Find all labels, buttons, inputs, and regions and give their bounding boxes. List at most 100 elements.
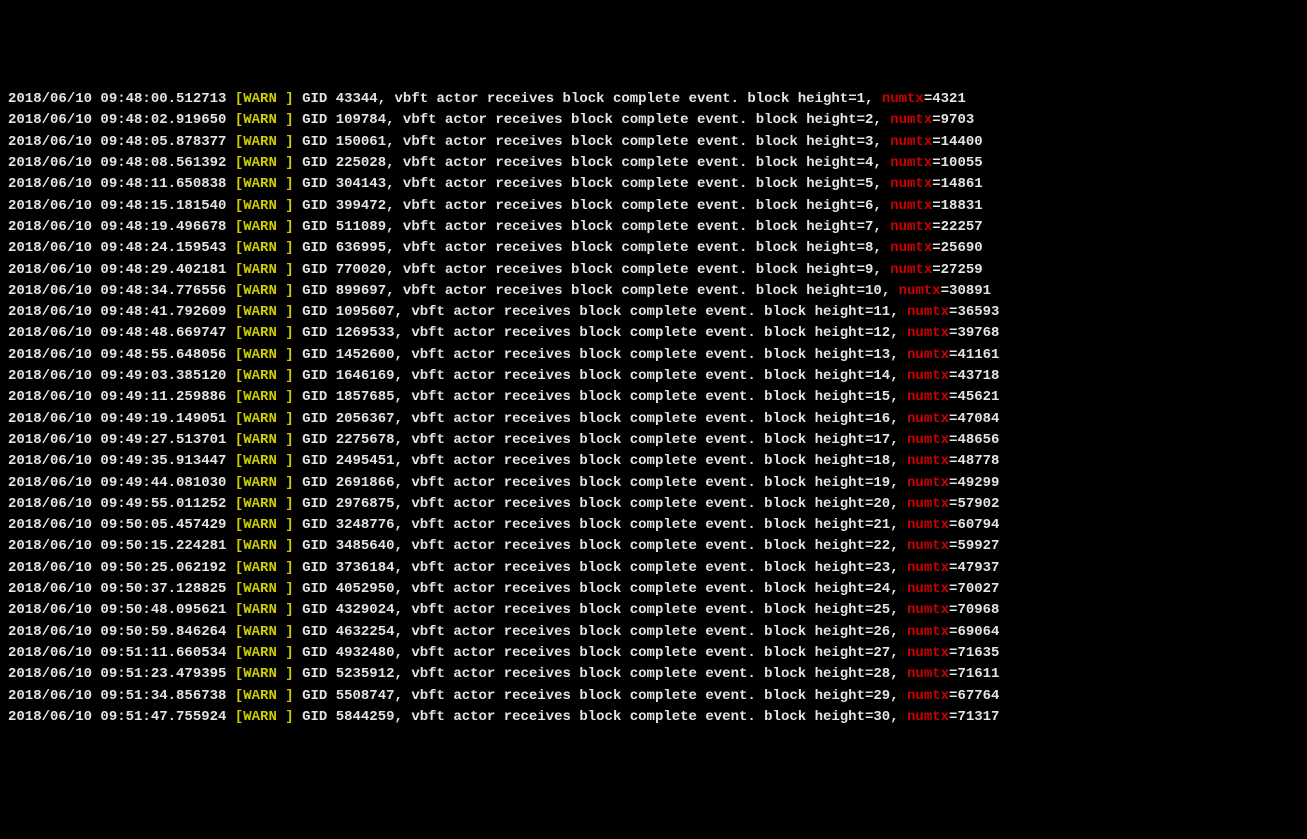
log-gid-value: 2275678 [336,432,395,448]
log-line: 2018/06/10 09:48:29.402181 [WARN ] GID 7… [8,260,1299,281]
log-event-text: vbft actor receives block complete event… [411,581,873,597]
log-level-warn: [WARN ] [235,666,294,682]
log-level-warn: [WARN ] [235,496,294,512]
log-gid-prefix: GID [302,198,327,214]
log-line: 2018/06/10 09:49:27.513701 [WARN ] GID 2… [8,430,1299,451]
log-event-text: vbft actor receives block complete event… [411,304,873,320]
log-event-text: vbft actor receives block complete event… [411,560,873,576]
log-gid-prefix: GID [302,176,327,192]
log-numtx-value: 43718 [957,368,999,384]
log-line: 2018/06/10 09:51:34.856738 [WARN ] GID 5… [8,686,1299,707]
log-gid-prefix: GID [302,496,327,512]
log-numtx-value: 60794 [957,517,999,533]
log-block-height: 15 [873,389,890,405]
log-timestamp: 2018/06/10 09:48:11.650838 [8,176,226,192]
log-message: GID 2495451, vbft actor receives block c… [302,453,907,469]
log-gid-prefix: GID [302,666,327,682]
log-timestamp: 2018/06/10 09:49:35.913447 [8,453,226,469]
log-gid-value: 3248776 [336,517,395,533]
log-numtx-value: 14400 [941,134,983,150]
log-gid-value: 5844259 [336,709,395,725]
log-timestamp: 2018/06/10 09:48:15.181540 [8,198,226,214]
log-message: GID 899697, vbft actor receives block co… [302,283,899,299]
log-numtx-key: numtx [907,560,949,576]
log-block-height: 25 [873,602,890,618]
log-message: GID 399472, vbft actor receives block co… [302,198,890,214]
log-message: GID 2275678, vbft actor receives block c… [302,432,907,448]
log-block-height: 17 [873,432,890,448]
log-gid-prefix: GID [302,262,327,278]
log-event-text: vbft actor receives block complete event… [403,155,865,171]
log-message: GID 1646169, vbft actor receives block c… [302,368,907,384]
log-block-height: 26 [873,624,890,640]
log-numtx-key: numtx [907,496,949,512]
log-event-text: vbft actor receives block complete event… [411,624,873,640]
log-block-height: 28 [873,666,890,682]
log-block-height: 18 [873,453,890,469]
log-numtx-key: numtx [907,538,949,554]
log-event-text: vbft actor receives block complete event… [403,198,865,214]
log-level-warn: [WARN ] [235,304,294,320]
log-gid-prefix: GID [302,517,327,533]
log-message: GID 5844259, vbft actor receives block c… [302,709,907,725]
log-numtx-value: 41161 [957,347,999,363]
log-event-text: vbft actor receives block complete event… [411,347,873,363]
log-gid-value: 150061 [336,134,386,150]
log-block-height: 11 [873,304,890,320]
log-numtx-value: 39768 [957,325,999,341]
log-event-text: vbft actor receives block complete event… [403,134,865,150]
log-line: 2018/06/10 09:50:48.095621 [WARN ] GID 4… [8,600,1299,621]
log-numtx-value: 71317 [957,709,999,725]
log-block-height: 14 [873,368,890,384]
log-gid-prefix: GID [302,581,327,597]
log-numtx-key: numtx [907,325,949,341]
log-event-text: vbft actor receives block complete event… [403,262,865,278]
log-message: GID 5235912, vbft actor receives block c… [302,666,907,682]
log-timestamp: 2018/06/10 09:51:34.856738 [8,688,226,704]
log-gid-prefix: GID [302,368,327,384]
log-gid-value: 4329024 [336,602,395,618]
log-numtx-key: numtx [907,453,949,469]
log-block-height: 20 [873,496,890,512]
log-numtx-key: numtx [907,368,949,384]
log-numtx-value: 9703 [941,112,975,128]
log-timestamp: 2018/06/10 09:48:05.878377 [8,134,226,150]
log-gid-value: 1095607 [336,304,395,320]
log-line: 2018/06/10 09:49:03.385120 [WARN ] GID 1… [8,366,1299,387]
log-numtx-key: numtx [890,219,932,235]
log-gid-prefix: GID [302,219,327,235]
log-level-warn: [WARN ] [235,176,294,192]
log-line: 2018/06/10 09:48:02.919650 [WARN ] GID 1… [8,110,1299,131]
log-block-height: 7 [865,219,873,235]
log-numtx-key: numtx [907,517,949,533]
log-block-height: 1 [857,91,865,107]
log-gid-prefix: GID [302,304,327,320]
log-gid-prefix: GID [302,411,327,427]
log-message: GID 511089, vbft actor receives block co… [302,219,890,235]
log-level-warn: [WARN ] [235,602,294,618]
log-event-text: vbft actor receives block complete event… [403,219,865,235]
log-block-height: 16 [873,411,890,427]
log-event-text: vbft actor receives block complete event… [403,112,865,128]
log-message: GID 3248776, vbft actor receives block c… [302,517,907,533]
log-timestamp: 2018/06/10 09:48:55.648056 [8,347,226,363]
log-message: GID 2056367, vbft actor receives block c… [302,411,907,427]
log-line: 2018/06/10 09:50:25.062192 [WARN ] GID 3… [8,558,1299,579]
log-block-height: 8 [865,240,873,256]
log-gid-prefix: GID [302,602,327,618]
log-event-text: vbft actor receives block complete event… [411,602,873,618]
log-numtx-key: numtx [907,602,949,618]
log-numtx-value: 30891 [949,283,991,299]
log-level-warn: [WARN ] [235,581,294,597]
log-level-warn: [WARN ] [235,134,294,150]
log-timestamp: 2018/06/10 09:48:34.776556 [8,283,226,299]
log-level-warn: [WARN ] [235,411,294,427]
log-numtx-value: 57902 [957,496,999,512]
log-timestamp: 2018/06/10 09:48:29.402181 [8,262,226,278]
terminal-log-output: 2018/06/10 09:48:00.512713 [WARN ] GID 4… [8,89,1299,728]
log-gid-value: 43344 [336,91,378,107]
log-numtx-value: 48656 [957,432,999,448]
log-gid-prefix: GID [302,709,327,725]
log-event-text: vbft actor receives block complete event… [411,325,873,341]
log-line: 2018/06/10 09:48:48.669747 [WARN ] GID 1… [8,323,1299,344]
